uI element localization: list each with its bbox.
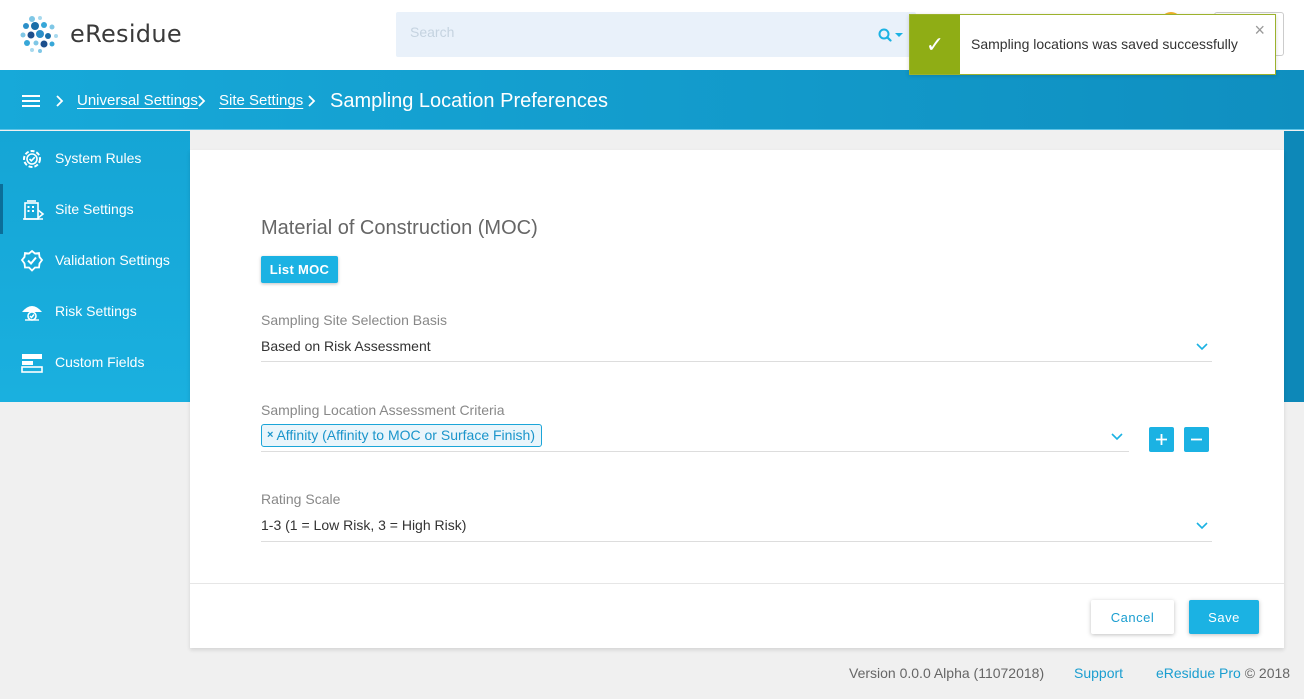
brand-link[interactable]: eResidue Pro [1156,665,1241,681]
badge-check-icon [20,249,44,272]
chevron-right-icon [56,95,64,107]
sidebar-item-label: Custom Fields [55,354,145,370]
version-text: Version 0.0.0 Alpha (11072018) [849,665,1045,681]
card-divider [190,583,1284,584]
section-title: Material of Construction (MOC) [261,217,538,239]
add-criteria-button[interactable] [1149,427,1174,452]
minus-icon [1191,438,1202,441]
sidebar-item-label: System Rules [55,150,142,166]
breadcrumb: Universal Settings Site Settings Samplin… [0,70,1304,130]
chevron-right-icon [198,95,206,107]
field-underline [261,451,1129,452]
plus-icon [1156,434,1167,445]
risk-umbrella-icon [22,306,42,321]
sidebar-item-validation-settings[interactable]: Validation Settings [0,235,190,285]
toast-message: Sampling locations was saved successfull… [971,36,1238,52]
rating-scale-label: Rating Scale [261,491,341,507]
sidebar-item-system-rules[interactable]: System Rules [0,133,190,183]
assessment-criteria-label: Sampling Location Assessment Criteria [261,402,505,418]
success-toast: ✓ Sampling locations was saved successfu… [909,14,1276,75]
sidebar: System Rules Site Settings Validation Se… [0,131,190,402]
cancel-button[interactable]: Cancel [1091,600,1174,634]
sidebar-item-risk-settings[interactable]: Risk Settings [0,286,190,336]
sidebar-item-site-settings[interactable]: Site Settings [0,184,190,234]
copyright-year: © 2018 [1240,665,1291,681]
field-underline [261,361,1212,362]
header-band-right [1284,131,1304,402]
building-icon [23,200,45,220]
rating-scale-select[interactable]: 1-3 (1 = Low Risk, 3 = High Risk) [261,517,466,533]
criteria-tag-label: Affinity (Affinity to MOC or Surface Fin… [276,427,535,443]
gear-check-icon [23,150,41,168]
search-icon[interactable] [878,28,906,42]
search-input[interactable] [410,24,850,40]
close-icon[interactable]: × [1254,20,1265,41]
sidebar-item-label: Validation Settings [55,252,170,268]
sidebar-item-label: Site Settings [55,201,134,217]
search-box [396,12,916,57]
selection-basis-label: Sampling Site Selection Basis [261,312,447,328]
page-title: Sampling Location Preferences [330,90,608,112]
logo-dots-icon [20,16,58,53]
breadcrumb-site-settings[interactable]: Site Settings [219,92,303,109]
app-logo[interactable]: eResidue [18,14,182,54]
chevron-down-icon[interactable] [1111,433,1123,441]
chevron-down-icon[interactable] [1196,343,1208,351]
breadcrumb-universal-settings[interactable]: Universal Settings [77,92,198,109]
support-link[interactable]: Support [1074,665,1123,681]
menu-icon[interactable] [22,95,40,107]
sidebar-item-custom-fields[interactable]: Custom Fields [0,337,190,387]
chevron-right-icon [308,95,316,107]
fields-icon [21,354,43,373]
selection-basis-select[interactable]: Based on Risk Assessment [261,338,431,354]
check-icon: ✓ [910,15,960,74]
list-moc-button[interactable]: List MOC [261,256,338,283]
sidebar-item-label: Risk Settings [55,303,137,319]
remove-criteria-button[interactable] [1184,427,1209,452]
remove-tag-icon[interactable]: × [267,425,273,446]
field-underline [261,541,1212,542]
app-name: eResidue [70,20,182,48]
criteria-tag: × Affinity (Affinity to MOC or Surface F… [261,424,542,447]
save-button[interactable]: Save [1189,600,1259,634]
preferences-card: Material of Construction (MOC) List MOC … [190,150,1284,648]
chevron-down-icon[interactable] [1196,522,1208,530]
copyright-text: eResidue Pro © 2018 [1156,665,1290,681]
